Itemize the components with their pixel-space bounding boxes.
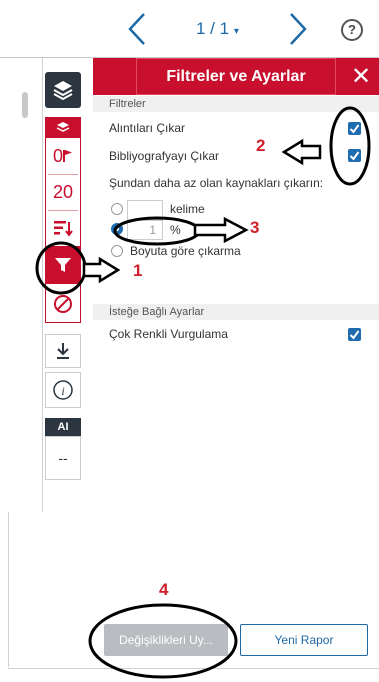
annotation-number-4: 4 [159, 580, 169, 599]
annotation-arrow-2 [281, 138, 322, 166]
annotation-number-3: 3 [250, 218, 260, 237]
annotation-circle-3 [113, 216, 201, 246]
annotation-overlay [35, 106, 371, 679]
annotation-circle-2 [329, 106, 371, 186]
annotation-circle-4 [88, 603, 238, 679]
annotation-circle-1 [35, 241, 87, 295]
annotation-arrow-1 [82, 256, 121, 284]
annotation-number-2: 2 [256, 136, 266, 155]
annotation-arrow-3 [193, 216, 249, 244]
annotation-number-1: 1 [133, 261, 143, 280]
